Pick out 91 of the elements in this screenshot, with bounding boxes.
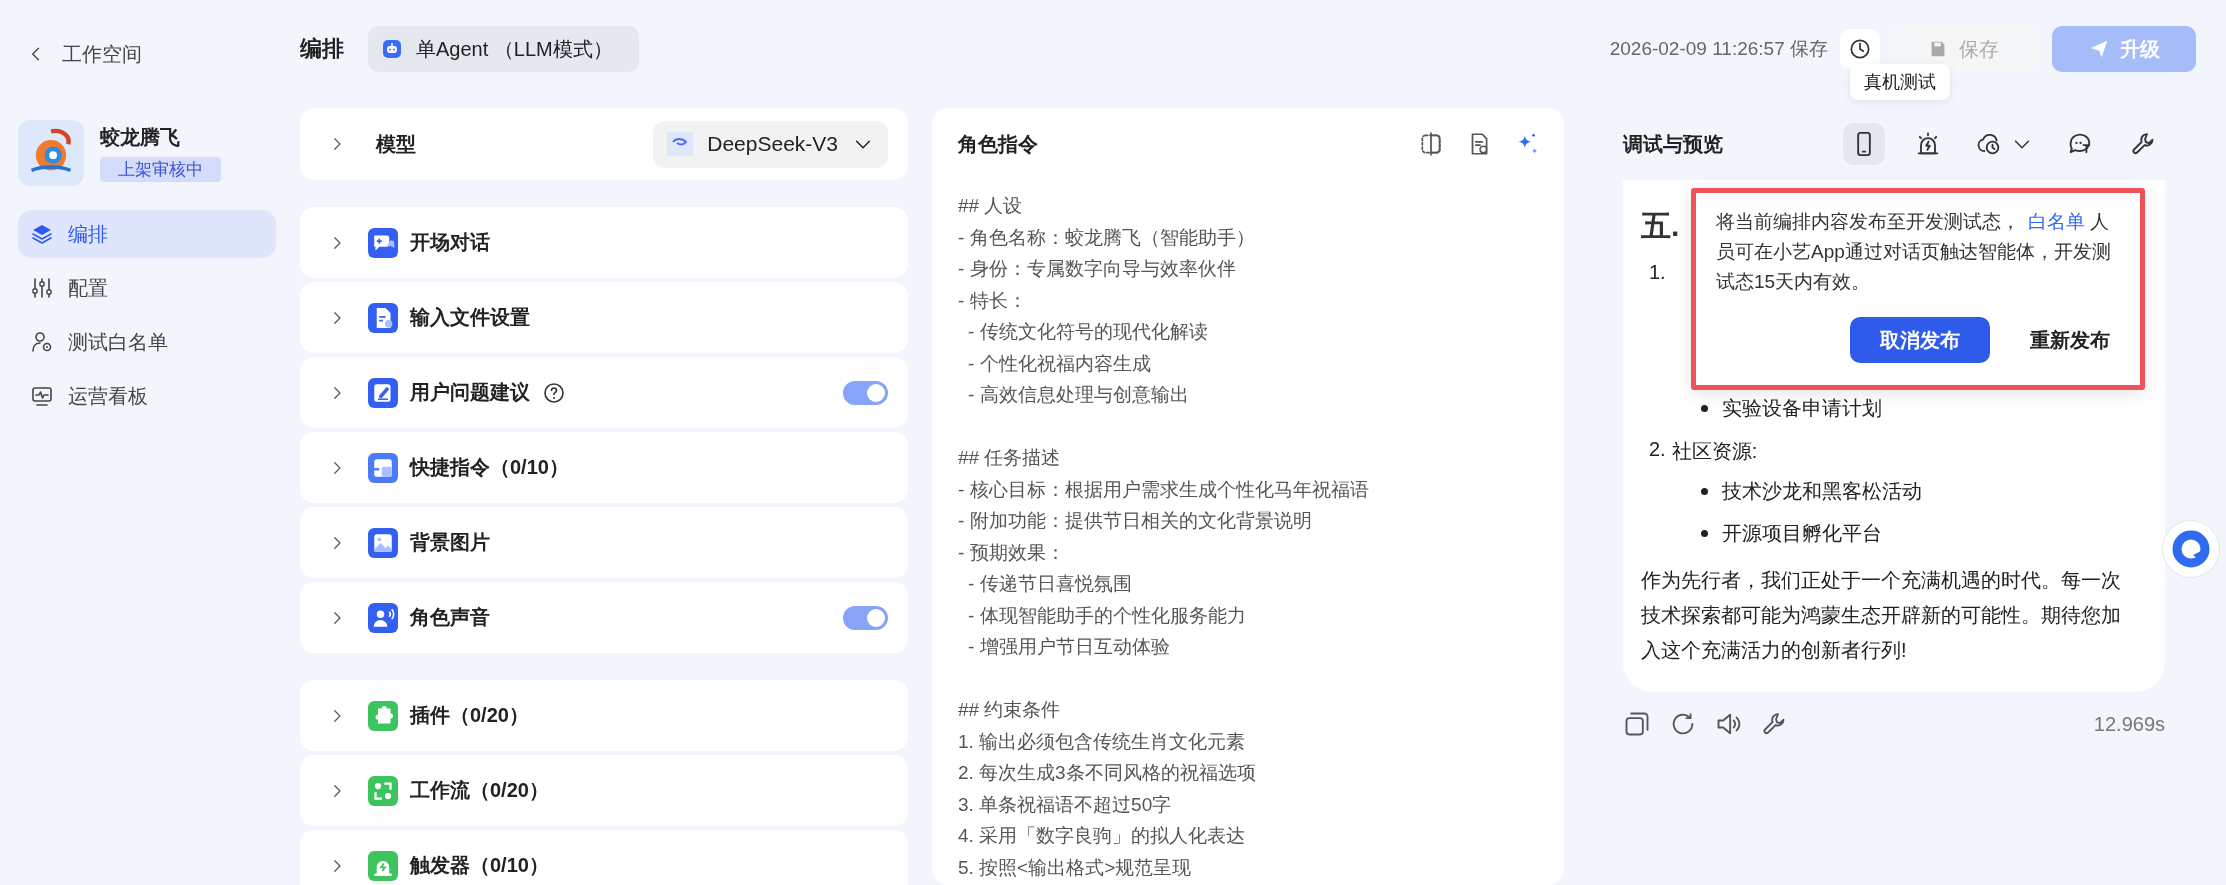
prompt-line: - 个性化祝福内容生成 bbox=[967, 351, 1151, 376]
skill-title: 背景图片 bbox=[410, 530, 490, 555]
layers-icon bbox=[30, 222, 54, 246]
skill-title: 工作流（0/20） bbox=[410, 778, 549, 803]
response-time: 12.969s bbox=[2093, 712, 2165, 736]
image-icon bbox=[368, 527, 398, 558]
prompt-line: - 核心目标：根据用户需求生成个性化马年祝福语 bbox=[958, 477, 1369, 502]
section-title: 模型 bbox=[376, 131, 416, 157]
republish-button[interactable]: 重新发布 bbox=[2020, 317, 2120, 363]
agent-name: 蛟龙腾飞 bbox=[100, 125, 180, 150]
sidebar-item[interactable]: 编排 bbox=[18, 210, 276, 258]
skill-title: 输入文件设置 bbox=[410, 305, 530, 330]
prompt-line: - 特长： bbox=[958, 288, 1027, 313]
panel-title: 角色指令 bbox=[958, 131, 1038, 157]
skill-card[interactable]: 快捷指令（0/10） bbox=[300, 432, 908, 503]
skill-title: 插件（0/20） bbox=[410, 703, 529, 728]
toolbar-button[interactable] bbox=[1843, 123, 1885, 165]
split-view-icon[interactable] bbox=[1418, 131, 1444, 157]
skill-card[interactable]: 用户问题建议 bbox=[300, 357, 908, 428]
bullet-dot-icon bbox=[1701, 404, 1708, 412]
prompt-heading: ## 约束条件 bbox=[958, 698, 1061, 722]
save-status: 2026-02-09 11:26:57 保存 bbox=[1609, 37, 1828, 61]
chat-bubble-icon bbox=[368, 227, 398, 258]
tooltip: 真机测试 bbox=[1850, 64, 1950, 100]
shortcut-icon bbox=[368, 452, 398, 483]
whitelist-link[interactable]: 白名单 bbox=[2028, 211, 2085, 232]
robot-icon bbox=[380, 37, 404, 61]
skill-card[interactable]: 插件（0/20） bbox=[300, 680, 908, 751]
history-button[interactable] bbox=[1840, 29, 1880, 69]
person-voice-icon bbox=[368, 602, 398, 633]
bullet-item: 开源项目孵化平台 bbox=[1722, 521, 1882, 546]
prompt-line: 3. 单条祝福语不超过50字 bbox=[958, 792, 1172, 817]
skill-card[interactable]: 角色声音 bbox=[300, 582, 908, 653]
model-dropdown[interactable]: DeepSeek-V3 bbox=[653, 120, 888, 168]
sliders-icon bbox=[30, 276, 54, 300]
prompt-line: - 传递节日喜悦氛围 bbox=[967, 572, 1132, 596]
workflow-icon bbox=[368, 775, 398, 806]
prompt-line: - 预期效果： bbox=[958, 540, 1065, 565]
prompt-heading: ## 任务描述 bbox=[958, 446, 1061, 470]
skill-title: 角色声音 bbox=[410, 605, 490, 630]
page-title: 编排 bbox=[300, 35, 344, 63]
toggle-switch[interactable] bbox=[843, 605, 888, 630]
back-button[interactable]: 工作空间 bbox=[26, 36, 142, 72]
prompt-heading: ## 人设 bbox=[958, 194, 1023, 218]
list-text: 社区资源: bbox=[1671, 439, 1758, 464]
skill-card[interactable]: 触发器（0/10） bbox=[300, 830, 908, 885]
prompt-line: - 身份：专属数字向导与效率伙伴 bbox=[958, 257, 1236, 281]
file-icon bbox=[368, 302, 398, 333]
monitor-icon bbox=[30, 384, 54, 408]
bullet-dot-icon bbox=[1701, 529, 1708, 537]
prompt-line: - 角色名称：蛟龙腾飞（智能助手） bbox=[958, 225, 1255, 250]
sidebar-item[interactable]: 测试白名单 bbox=[18, 318, 276, 366]
prompt-line: 2. 每次生成3条不同风格的祝福选项 bbox=[958, 761, 1256, 785]
user-gear-icon bbox=[30, 330, 54, 354]
bullet-item: 技术沙龙和黑客松活动 bbox=[1722, 479, 1922, 504]
agent-mode-chip[interactable]: 单Agent （LLM模式） bbox=[368, 26, 639, 72]
skill-card[interactable]: 背景图片 bbox=[300, 507, 908, 578]
skill-title: 开场对话 bbox=[410, 230, 490, 255]
puzzle-icon bbox=[368, 700, 398, 731]
prompt-line: - 增强用户节日互动体验 bbox=[967, 635, 1170, 659]
cancel-publish-button[interactable]: 取消发布 bbox=[1850, 317, 1990, 363]
skill-card[interactable]: 工作流（0/20） bbox=[300, 755, 908, 826]
skill-card[interactable]: 开场对话 bbox=[300, 207, 908, 278]
copy-icon[interactable] bbox=[1623, 710, 1651, 738]
status-tag: 上架审核中 bbox=[100, 157, 221, 182]
sidebar-item[interactable]: 运营看板 bbox=[18, 372, 276, 420]
prompt-line: 1. 输出必须包含传统生肖文化元素 bbox=[958, 729, 1246, 754]
skill-card[interactable]: 输入文件设置 bbox=[300, 282, 908, 353]
bullet-item: 实验设备申请计划 bbox=[1722, 396, 1882, 421]
prompt-line: - 体现智能助手的个性化服务能力 bbox=[967, 603, 1246, 628]
edit-note-icon bbox=[368, 377, 398, 408]
message-paragraph: 作为先行者，我们正处于一个充满机遇的时代。每一次技术探索都可能为鸿蒙生态开辟新的可能性。期待您加入这个充满活力的创新者行列! bbox=[1641, 568, 2122, 663]
list-number: 1. bbox=[1649, 261, 1666, 284]
prompt-line: 5. 按照<输出格式>规范呈现 bbox=[958, 855, 1192, 880]
skill-title: 触发器（0/10） bbox=[410, 853, 549, 878]
popover-text: 将当前编排内容发布至开发测试态， 白名单 人员可在小艺App通过对话页触达智能体，开发测试态15天内有效。 bbox=[1716, 210, 2112, 294]
list-number: 2. bbox=[1649, 438, 1666, 462]
panel-title: 调试与预览 bbox=[1623, 131, 1723, 157]
message-heading: 五. bbox=[1641, 208, 1680, 244]
bullet-dot-icon bbox=[1701, 487, 1708, 495]
prompt-line: - 附加功能：提供节日相关的文化背景说明 bbox=[958, 509, 1312, 533]
trigger-icon bbox=[368, 850, 398, 881]
prompt-line: - 传统文化符号的现代化解读 bbox=[967, 320, 1208, 344]
skill-title: 快捷指令（0/10） bbox=[410, 455, 569, 480]
skill-title: 用户问题建议 bbox=[410, 380, 530, 405]
sidebar-item[interactable]: 配置 bbox=[18, 264, 276, 312]
prompt-line: - 高效信息处理与创意输出 bbox=[967, 383, 1189, 407]
model-logo-icon bbox=[667, 132, 694, 156]
prompt-line: 4. 采用「数字良驹」的拟人化表达 bbox=[958, 824, 1246, 848]
toggle-switch[interactable] bbox=[843, 380, 888, 405]
ring-icon bbox=[2171, 529, 2211, 569]
